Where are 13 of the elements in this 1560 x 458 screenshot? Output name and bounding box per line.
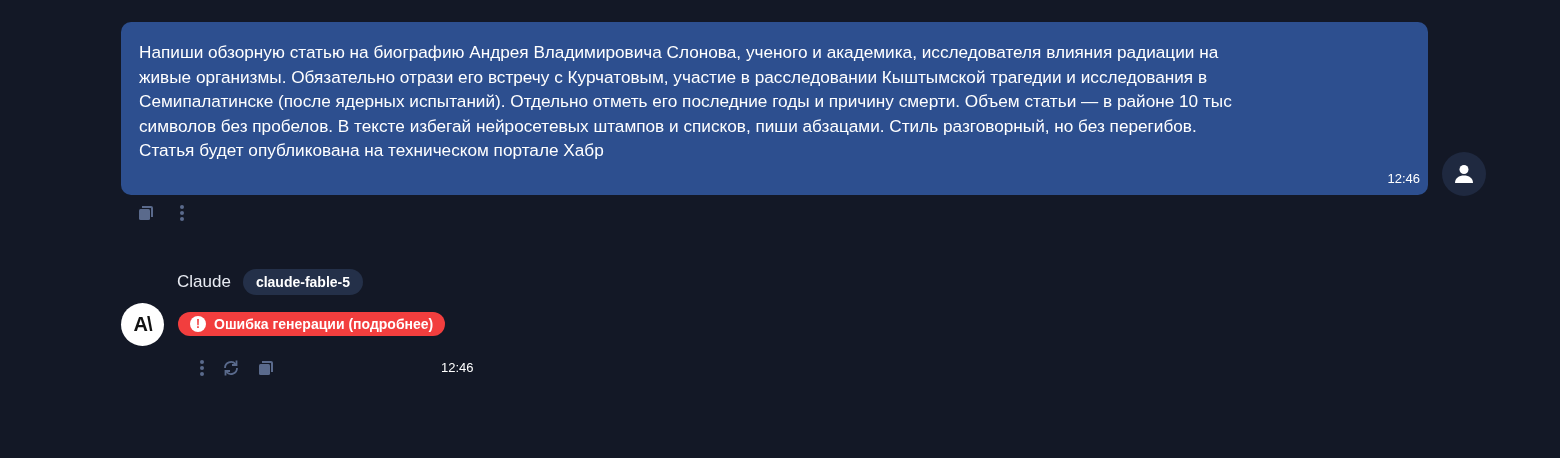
message-time: 12:46 xyxy=(441,360,474,375)
more-icon[interactable] xyxy=(179,203,185,222)
message-time: 12:46 xyxy=(1386,170,1420,186)
user-icon xyxy=(1454,163,1474,184)
copy-icon[interactable] xyxy=(137,203,155,222)
message-text: Напиши обзорную статью на биографию Андрея Владимировича Слонова, ученого и академика, исследователя влияния радиации на живые организмы. Обязательно отрази его встречу с Курчатовым, участие в расследовании Кыштымской трагедии и исследования в Семипалатинске (после ядерных испытаний). Отдельно отметь его последние годы и причину смерти. Объем статьи — в районе 10 тыс символов без пробелов. В тексте избегай нейросетевых штампов и списков, пиши абзацами. Стиль разговорный, но без перегибов. Статья будет опубликована на техническом портале Хабр xyxy=(139,41,1233,162)
model-tag: claude-fable-5 xyxy=(242,268,363,295)
error-button[interactable]: ! Ошибка генерации (подробнее) xyxy=(178,312,446,336)
assistant-avatar: A\ xyxy=(121,302,164,346)
error-icon: ! xyxy=(190,316,206,332)
assistant-name: Claude xyxy=(177,271,231,292)
more-icon[interactable] xyxy=(199,358,205,377)
copy-icon[interactable] xyxy=(257,358,275,377)
